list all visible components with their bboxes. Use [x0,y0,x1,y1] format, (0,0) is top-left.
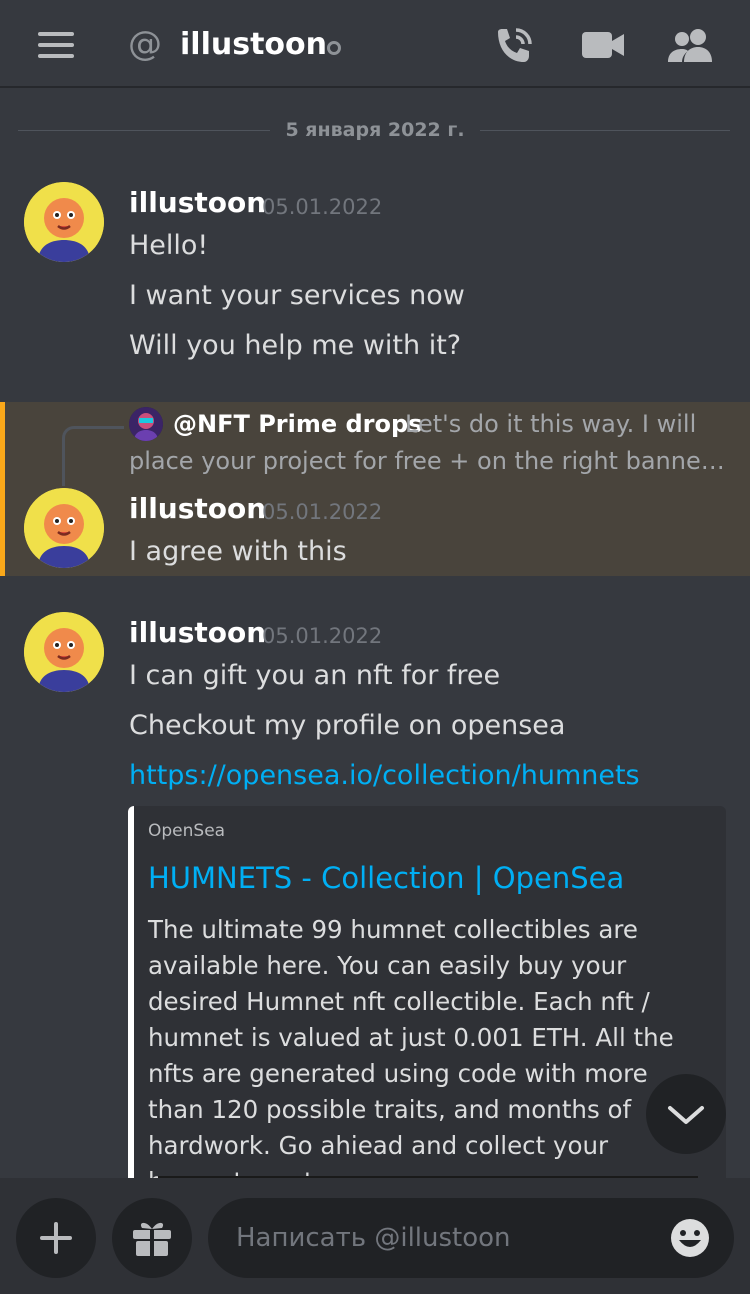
chevron-down-icon [668,1106,704,1124]
avatar[interactable] [24,488,104,568]
emoji-picker-icon[interactable] [670,1218,710,1262]
message-timestamp: 05.01.2022 [262,624,383,648]
members-icon[interactable] [668,28,714,66]
reply-preview-text-cont[interactable]: place your project for free + on the rig… [129,444,729,478]
reply-connector [62,426,124,486]
message-timestamp: 05.01.2022 [262,195,383,219]
reply-preview-text[interactable]: Let's do it this way. I will [405,407,696,441]
composer-bar [0,1178,750,1294]
message-text: Checkout my profile on opensea [129,710,566,741]
offline-status-icon [327,41,341,55]
embed-description: The ultimate 99 humnet collectibles are … [148,915,674,1178]
message-link[interactable]: https://opensea.io/collection/humnets [129,759,640,793]
reply-author[interactable]: @NFT Prime drops [173,407,422,441]
channel-title[interactable]: illustoon [180,24,327,66]
message-composer[interactable] [208,1198,734,1278]
avatar[interactable] [24,612,104,692]
message-timestamp: 05.01.2022 [262,500,383,524]
message-text: I can gift you an nft for free [129,660,501,691]
gift-button[interactable] [112,1198,192,1278]
message-text: Hello! [129,230,209,261]
at-icon: @ [128,24,162,64]
message-author[interactable]: illustoon [129,186,266,220]
message-text: Will you help me with it? [129,330,462,361]
gift-icon [133,1222,171,1256]
avatar[interactable] [24,182,104,262]
add-attachment-button[interactable] [16,1198,96,1278]
message-text: I want your services now [129,280,465,311]
embed-title[interactable]: HUMNETS - Collection | OpenSea [148,858,624,898]
plus-icon [40,1222,72,1254]
message-author[interactable]: illustoon [129,616,266,650]
phone-call-icon[interactable] [492,26,534,70]
chat-header: @ illustoon [0,0,750,88]
message-list[interactable]: 5 января 2022 г. illustoon 05.01.2022 He… [0,90,750,1178]
link-embed[interactable]: OpenSea HUMNETS - Collection | OpenSea T… [128,806,726,1178]
message-input[interactable] [236,1216,656,1260]
jump-to-bottom-button[interactable] [646,1074,726,1154]
reply-avatar[interactable] [129,407,163,441]
message-text: I agree with this [129,536,347,567]
video-icon[interactable] [582,30,624,64]
message-author[interactable]: illustoon [129,492,266,526]
date-divider-label: 5 января 2022 г. [270,117,480,143]
hamburger-icon[interactable] [38,32,74,58]
embed-provider[interactable]: OpenSea [148,820,225,842]
